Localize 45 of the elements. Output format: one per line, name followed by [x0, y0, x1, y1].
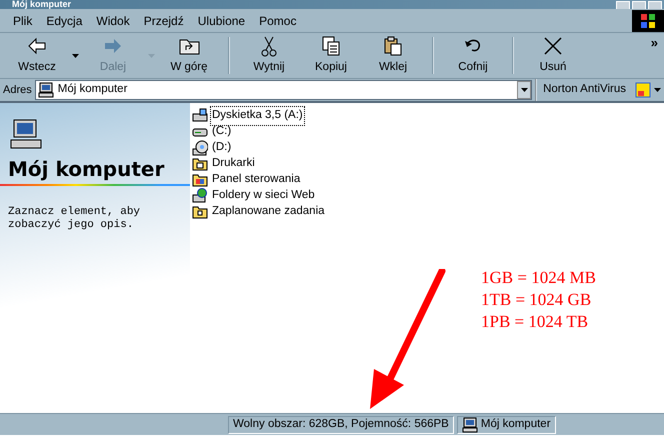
control-panel-folder-icon — [192, 172, 208, 188]
panel-description: Zaznacz element, aby zobaczyć jego opis. — [8, 206, 142, 232]
toolbar-button[interactable]: Kopiuj — [300, 33, 362, 78]
menu-item[interactable]: Edycja — [39, 12, 90, 30]
computer-icon — [462, 416, 478, 432]
dropdown-caret-icon — [654, 88, 661, 92]
toolbar-overflow-button[interactable]: » — [644, 33, 664, 52]
printer-folder-icon — [192, 156, 208, 172]
toolbar-button[interactable]: Usuń — [522, 33, 584, 78]
window-title: Mój komputer — [12, 0, 72, 9]
menu-item[interactable]: Ulubione — [190, 12, 252, 30]
toolbar-button[interactable]: W górę — [158, 33, 220, 78]
cd-drive-icon — [192, 140, 208, 156]
scheduled-tasks-folder-icon — [192, 204, 208, 220]
panel-title: Mój komputer — [8, 156, 166, 182]
floppy-drive-icon — [192, 108, 208, 124]
status-text: Wolny obszar: 628GB, Pojemność: 566PB — [228, 416, 454, 434]
web-folder-icon — [192, 188, 208, 204]
address-label: Adres — [3, 82, 32, 98]
menu-item[interactable]: Widok — [89, 12, 137, 30]
toolbar-button[interactable]: Cofnij — [442, 33, 504, 78]
menu-item[interactable]: Pomoc — [252, 12, 304, 30]
computer-icon — [38, 82, 54, 98]
menu-item[interactable]: Przejdź — [136, 12, 191, 30]
toolbar-button[interactable]: Wstecz — [6, 33, 68, 78]
menu-item[interactable]: Plik — [6, 12, 40, 30]
annotation-text: 1TB = 1024 GB — [481, 289, 592, 311]
windows-logo-icon — [640, 12, 656, 28]
dropdown-caret-icon — [520, 88, 528, 92]
annotation-text: 1PB = 1024 TB — [481, 311, 590, 333]
copy-icon — [320, 34, 342, 57]
computer-icon — [10, 118, 42, 150]
drive-item[interactable]: Dyskietka 3,5 (A:) — [210, 106, 305, 126]
close-button[interactable] — [648, 1, 662, 9]
annotation-text: 1GB = 1024 MB — [481, 267, 596, 289]
address-field[interactable]: Mój komputer — [34, 80, 532, 100]
norton-icon — [635, 82, 651, 98]
maximize-button[interactable] — [632, 1, 646, 9]
delete-x-icon — [542, 34, 564, 57]
toolbar-button[interactable]: Wytnij — [238, 33, 300, 78]
toolbar-button[interactable]: Wklej — [362, 33, 424, 78]
minimize-button[interactable] — [616, 1, 630, 9]
norton-antivirus-button[interactable]: Norton AntiVirus — [535, 79, 632, 101]
status-location-text: Mój komputer — [480, 416, 551, 432]
clipboard-icon — [382, 34, 404, 57]
